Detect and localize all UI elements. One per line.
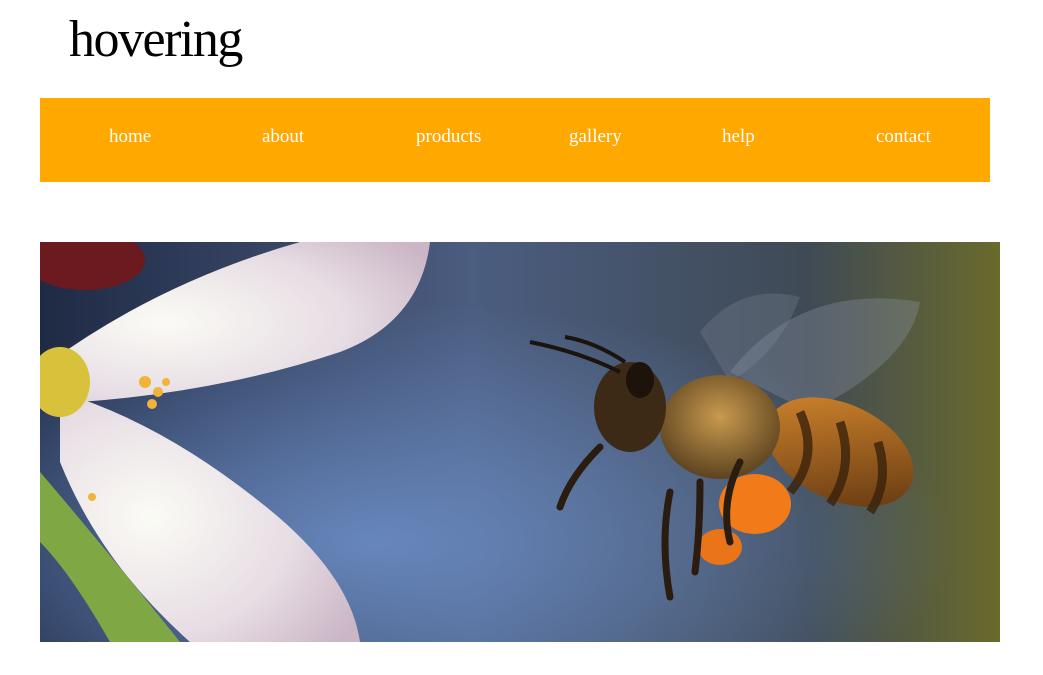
bee-photo-icon xyxy=(40,242,1000,642)
nav-item-gallery[interactable]: gallery xyxy=(569,98,622,182)
nav-item-home[interactable]: home xyxy=(109,98,151,182)
nav-item-help[interactable]: help xyxy=(722,98,755,182)
site-title: hovering xyxy=(69,11,243,68)
nav-item-contact[interactable]: contact xyxy=(876,98,931,182)
nav-bar: home about products gallery help contact xyxy=(40,98,990,182)
nav-item-products[interactable]: products xyxy=(416,98,481,182)
hero-image xyxy=(40,242,1000,642)
nav-item-about[interactable]: about xyxy=(262,98,304,182)
